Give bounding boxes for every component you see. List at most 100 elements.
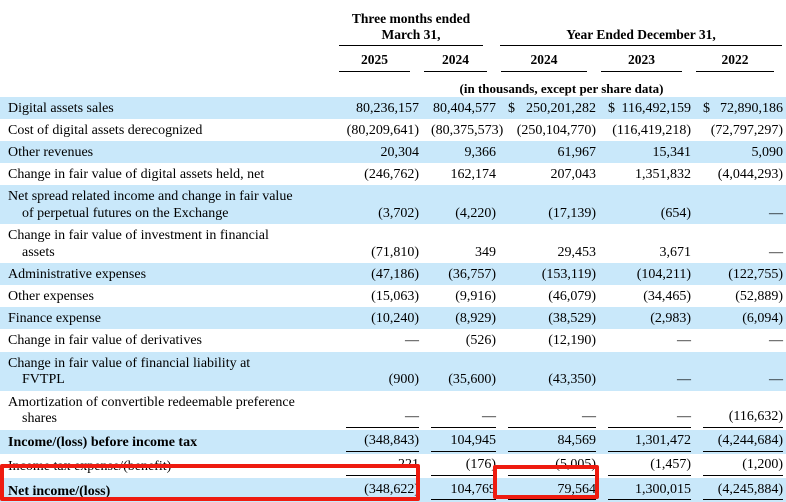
value-cell: 80,236,157 bbox=[337, 97, 422, 119]
column-year-2023-fy: 2023 bbox=[599, 46, 694, 72]
row-label: Net income/(loss) bbox=[0, 478, 337, 502]
value-cell: (36,757) bbox=[422, 263, 499, 285]
value-cell: (900) bbox=[337, 352, 422, 391]
dollar-sign: $ bbox=[508, 101, 515, 118]
value-cell: (5,005) bbox=[499, 454, 599, 478]
value-cell: (10,240) bbox=[337, 307, 422, 329]
value-cell: (122,755) bbox=[694, 263, 786, 285]
header-corner-cell bbox=[0, 72, 337, 97]
year-label: 2024 bbox=[424, 48, 487, 73]
value-cell: 3,671 bbox=[599, 224, 694, 263]
value-cell: (153,119) bbox=[499, 263, 599, 285]
value-cell: (3,702) bbox=[337, 185, 422, 224]
value-cell: 1,300,015 bbox=[599, 478, 694, 502]
header-group-three-months: Three months ended March 31, bbox=[337, 0, 499, 46]
value-cell: — bbox=[337, 329, 422, 351]
value-cell: (6,094) bbox=[694, 307, 786, 329]
value-cell: — bbox=[599, 391, 694, 430]
value-cell: (72,797,297) bbox=[694, 119, 786, 141]
value-cell: 61,967 bbox=[499, 141, 599, 163]
column-year-2025-q1: 2025 bbox=[337, 46, 422, 72]
value-cell: (654) bbox=[599, 185, 694, 224]
value-cell: (80,375,573) bbox=[422, 119, 499, 141]
value-cell: 162,174 bbox=[422, 163, 499, 185]
table-row: Finance expense(10,240)(8,929)(38,529)(2… bbox=[0, 307, 786, 329]
value-cell: (71,810) bbox=[337, 224, 422, 263]
value-cell: (52,889) bbox=[694, 285, 786, 307]
table-row: Administrative expenses(47,186)(36,757)(… bbox=[0, 263, 786, 285]
table-row: Cost of digital assets derecognized(80,2… bbox=[0, 119, 786, 141]
row-label: Digital assets sales bbox=[0, 97, 337, 119]
year-label: 2022 bbox=[696, 48, 774, 73]
row-label: Administrative expenses bbox=[0, 263, 337, 285]
year-label: 2025 bbox=[339, 48, 410, 73]
value-cell: (1,200) bbox=[694, 454, 786, 478]
table-row: Income tax expense/(benefit)221(176)(5,0… bbox=[0, 454, 786, 478]
value-cell: (348,622) bbox=[337, 478, 422, 502]
value-cell: 15,341 bbox=[599, 141, 694, 163]
header-corner-cell bbox=[0, 0, 337, 46]
value-cell: 1,301,472 bbox=[599, 430, 694, 454]
row-label: Change in fair value of digital assets h… bbox=[0, 163, 337, 185]
table-header: Three months ended March 31, Year Ended … bbox=[0, 0, 786, 97]
table-row: Change in fair value of derivatives—(526… bbox=[0, 329, 786, 351]
value-cell: (43,350) bbox=[499, 352, 599, 391]
row-label: Income tax expense/(benefit) bbox=[0, 454, 337, 478]
dollar-sign: $ bbox=[608, 101, 615, 118]
value-cell: 9,366 bbox=[422, 141, 499, 163]
value-cell: (12,190) bbox=[499, 329, 599, 351]
value-cell: (4,245,884) bbox=[694, 478, 786, 502]
value-cell: $72,890,186 bbox=[694, 97, 786, 119]
value-cell: (176) bbox=[422, 454, 499, 478]
table-row: Change in fair value of digital assets h… bbox=[0, 163, 786, 185]
value-cell: $250,201,282 bbox=[499, 97, 599, 119]
row-label: Change in fair value of financial liabil… bbox=[0, 352, 337, 391]
row-label: Other revenues bbox=[0, 141, 337, 163]
value-cell: — bbox=[694, 224, 786, 263]
value-cell: — bbox=[694, 352, 786, 391]
header-group-year-ended-label: Year Ended December 31, bbox=[500, 27, 782, 47]
row-label: Finance expense bbox=[0, 307, 337, 329]
row-label: Change in fair value of investment in fi… bbox=[0, 224, 337, 263]
units-note: (in thousands, except per share data) bbox=[337, 72, 786, 97]
year-label: 2024 bbox=[501, 48, 587, 73]
row-label: Change in fair value of derivatives bbox=[0, 329, 337, 351]
table-row: Other expenses(15,063)(9,916)(46,079)(34… bbox=[0, 285, 786, 307]
value-cell: (46,079) bbox=[499, 285, 599, 307]
value-cell: (34,465) bbox=[599, 285, 694, 307]
value-cell: (35,600) bbox=[422, 352, 499, 391]
table-row: Change in fair value of investment in fi… bbox=[0, 224, 786, 263]
value-cell: 1,351,832 bbox=[599, 163, 694, 185]
value-cell: 20,304 bbox=[337, 141, 422, 163]
value-cell: 80,404,577 bbox=[422, 97, 499, 119]
value-cell: 79,564 bbox=[499, 478, 599, 502]
table-row: Amortization of convertible redeemable p… bbox=[0, 391, 786, 430]
header-years-row: 2025 2024 2024 2023 2022 bbox=[0, 46, 786, 72]
value-cell: — bbox=[694, 185, 786, 224]
value-cell: (17,139) bbox=[499, 185, 599, 224]
value-cell: (80,209,641) bbox=[337, 119, 422, 141]
table-row: Change in fair value of financial liabil… bbox=[0, 352, 786, 391]
value-cell: (116,632) bbox=[694, 391, 786, 430]
table-row: Digital assets sales80,236,15780,404,577… bbox=[0, 97, 786, 119]
header-group-year-ended: Year Ended December 31, bbox=[499, 0, 786, 46]
value-cell: (4,244,684) bbox=[694, 430, 786, 454]
value-cell: 349 bbox=[422, 224, 499, 263]
year-label: 2023 bbox=[601, 48, 682, 73]
value-cell: — bbox=[337, 391, 422, 430]
value-cell: (9,916) bbox=[422, 285, 499, 307]
column-year-2024-fy: 2024 bbox=[499, 46, 599, 72]
value-cell: — bbox=[422, 391, 499, 430]
header-note-row: (in thousands, except per share data) bbox=[0, 72, 786, 97]
value-cell: — bbox=[499, 391, 599, 430]
value-cell: (47,186) bbox=[337, 263, 422, 285]
value-cell: (246,762) bbox=[337, 163, 422, 185]
value-cell: 5,090 bbox=[694, 141, 786, 163]
value-cell: (2,983) bbox=[599, 307, 694, 329]
row-label: Other expenses bbox=[0, 285, 337, 307]
row-label: Income/(loss) before income tax bbox=[0, 430, 337, 454]
value-cell: (38,529) bbox=[499, 307, 599, 329]
column-year-2024-q1: 2024 bbox=[422, 46, 499, 72]
value-cell: — bbox=[694, 329, 786, 351]
value-cell: (4,044,293) bbox=[694, 163, 786, 185]
